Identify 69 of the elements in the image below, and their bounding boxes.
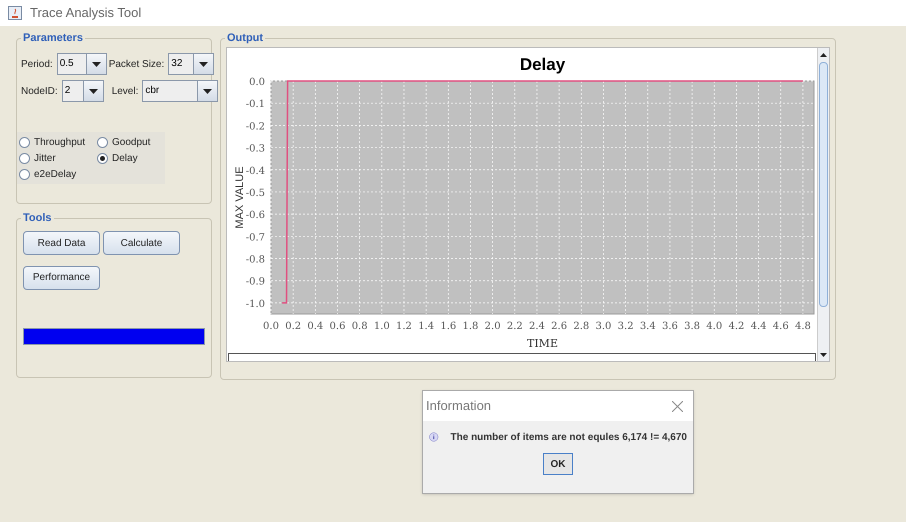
y-tick-label: -0.3 [246, 144, 265, 155]
x-tick-label: 4.2 [728, 321, 744, 332]
group-title: Output [225, 30, 266, 46]
x-tick-label: 2.4 [529, 321, 545, 332]
x-tick-label: 4.4 [750, 321, 767, 332]
scroll-up-icon[interactable] [820, 52, 827, 56]
y-tick-label: -1.0 [246, 298, 265, 310]
x-tick-label: 0.6 [330, 321, 346, 332]
x-tick-label: 1.6 [440, 321, 456, 332]
field-label: Period: [21, 58, 53, 72]
caret-icon [88, 88, 98, 94]
caret-icon [199, 62, 208, 66]
y-tick-label: 0.0 [249, 77, 265, 88]
x-tick-label: 1.0 [374, 321, 390, 332]
chart-title: Delay [520, 55, 566, 74]
dropdown[interactable]: cbr [142, 80, 218, 102]
x-tick-label: 2.2 [506, 321, 523, 332]
x-tick-label: 0.2 [285, 321, 302, 332]
caret-icon [92, 62, 101, 66]
y-tick-label: -0.1 [246, 99, 265, 110]
dropdown[interactable]: 0.5 [56, 53, 107, 75]
x-tick-label: 3.4 [640, 321, 656, 332]
window-title: Trace Analysis Tool [30, 4, 142, 22]
dropdown[interactable]: 2 [62, 80, 104, 102]
dialog-title: Information [426, 397, 492, 416]
x-tick-label: 2.6 [551, 321, 568, 332]
field-label: Packet Size: [108, 58, 164, 72]
x-tick-label: 4.0 [706, 321, 722, 332]
x-tick-label: 1.4 [418, 321, 434, 332]
field-label: Level: [112, 84, 138, 98]
radio-option[interactable]: e2eDelay [19, 166, 97, 182]
x-tick-label: 1.8 [462, 321, 478, 332]
app-icon [8, 6, 22, 20]
radio-option[interactable]: Delay [97, 150, 167, 166]
y-tick-label: -0.2 [246, 121, 265, 132]
y-tick-label: -0.5 [246, 188, 265, 199]
dropdown[interactable]: 32 [168, 53, 214, 75]
x-tick-label: 3.0 [596, 321, 612, 332]
dialog-message: The number of items are not equles 6,174 != 4,670 [450, 430, 687, 444]
x-tick-label: 2.0 [484, 321, 501, 332]
y-tick-label: -0.4 [246, 166, 265, 177]
action-button[interactable]: Performance [23, 266, 100, 290]
radio-option[interactable]: Goodput [97, 134, 167, 150]
x-tick-label: 3.2 [618, 321, 634, 332]
x-tick-label: 2.8 [573, 321, 590, 332]
x-tick-label: 0.4 [307, 321, 324, 332]
scrollbar[interactable] [817, 48, 829, 361]
x-tick-label: 3.8 [684, 321, 700, 332]
action-button[interactable]: Read Data [23, 231, 100, 255]
radio-option[interactable]: Throughput [19, 134, 97, 150]
action-button[interactable]: Calculate [103, 231, 180, 255]
y-tick-label: -0.7 [246, 232, 265, 244]
field-label: NodeID: [21, 84, 58, 98]
x-tick-label: 0.0 [263, 321, 279, 332]
x-tick-label: 1.2 [396, 321, 412, 332]
x-tick-label: 0.8 [352, 321, 368, 332]
y-axis-label: MAX VALUE [234, 166, 246, 229]
x-tick-label: 4.6 [772, 321, 789, 332]
y-tick-label: -0.8 [246, 254, 265, 266]
x-tick-label: 3.6 [662, 321, 678, 332]
ok-button[interactable]: OK [543, 453, 573, 475]
x-axis-label: TIME [527, 337, 558, 350]
scroll-down-icon[interactable] [820, 352, 827, 356]
caret-icon [203, 88, 212, 94]
close-icon[interactable] [672, 400, 683, 412]
y-tick-label: -0.6 [246, 210, 265, 222]
x-tick-label: 4.8 [794, 321, 811, 332]
radio-option[interactable]: Jitter [19, 150, 97, 166]
y-tick-label: -0.9 [246, 276, 265, 288]
